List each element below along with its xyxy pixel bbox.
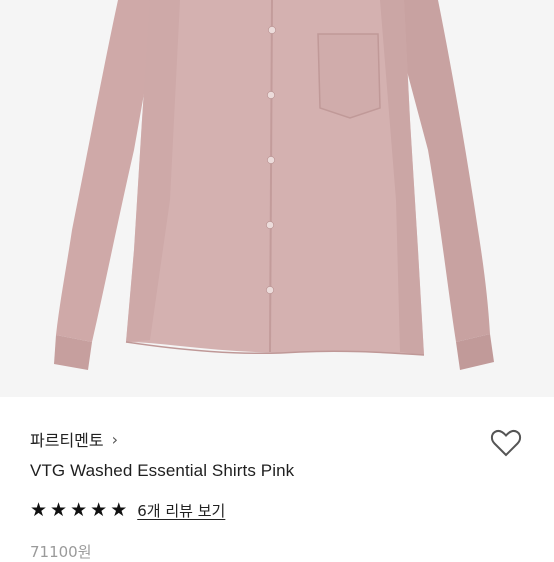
- brand-name: 파르티멘토: [30, 431, 104, 450]
- heart-icon[interactable]: [488, 425, 524, 461]
- brand-link[interactable]: 파르티멘토 ›: [30, 427, 118, 451]
- star-icon: ★: [70, 498, 88, 521]
- price: 71100원: [30, 543, 92, 561]
- rating-row: ★ ★ ★ ★ ★ 6개 리뷰 보기: [30, 499, 225, 521]
- star-icon: ★: [90, 498, 108, 521]
- review-link[interactable]: 6개 리뷰 보기: [137, 500, 225, 521]
- product-image[interactable]: [0, 0, 554, 397]
- star-icon: ★: [30, 498, 48, 521]
- star-icon: ★: [110, 498, 128, 521]
- chevron-right-icon: ›: [111, 429, 119, 449]
- product-title: VTG Washed Essential Shirts Pink: [30, 461, 295, 480]
- product-info: 파르티멘토 › VTG Washed Essential Shirts Pink…: [0, 397, 554, 561]
- star-icon: ★: [50, 498, 68, 521]
